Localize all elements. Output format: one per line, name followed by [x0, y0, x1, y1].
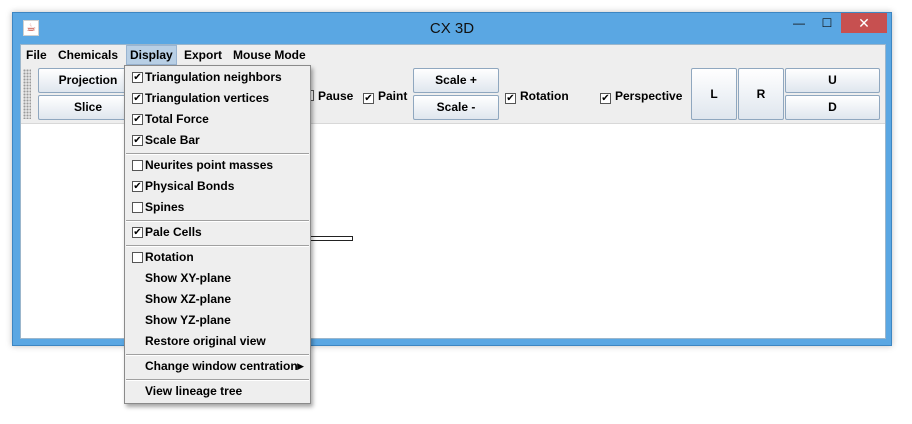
- window-title: CX 3D: [429, 20, 475, 37]
- menu-item-triangulation-vertices[interactable]: ✔ Triangulation vertices: [125, 88, 310, 109]
- checkbox-icon: [132, 160, 143, 171]
- checkbox-icon: ✔: [132, 227, 143, 238]
- rotation-checkbox[interactable]: ✔ Rotation: [505, 86, 569, 106]
- perspective-label: Perspective: [615, 89, 683, 103]
- toolbar-grip[interactable]: [23, 69, 31, 119]
- menu-item-show-yz-plane[interactable]: Show YZ-plane: [125, 310, 310, 331]
- maximize-button[interactable]: ☐: [813, 13, 841, 33]
- checkbox-icon: ✔: [132, 135, 143, 146]
- slice-button[interactable]: Slice: [38, 95, 138, 120]
- menu-item-show-xy-plane[interactable]: Show XY-plane: [125, 268, 310, 289]
- menu-item-rotation[interactable]: Rotation: [125, 247, 310, 268]
- checkbox-icon: ✔: [132, 72, 143, 83]
- up-button[interactable]: U: [785, 68, 880, 93]
- menu-bar: File Chemicals Display Export Mouse Mode: [21, 45, 885, 65]
- minimize-button[interactable]: —: [785, 13, 813, 33]
- scale-plus-button[interactable]: Scale +: [413, 68, 499, 93]
- menu-item-triangulation-neighbors[interactable]: ✔ Triangulation neighbors: [125, 67, 310, 88]
- right-button[interactable]: R: [738, 68, 784, 120]
- title-bar[interactable]: ☕ CX 3D — ☐ ✕: [13, 13, 891, 44]
- pause-label: Pause: [318, 89, 354, 103]
- checkbox-icon: ✔: [132, 181, 143, 192]
- submenu-arrow-icon: ▶: [297, 361, 304, 371]
- scale-minus-button[interactable]: Scale -: [413, 95, 499, 120]
- paint-checkbox[interactable]: ✔ Paint: [363, 86, 407, 106]
- menu-item-physical-bonds[interactable]: ✔ Physical Bonds: [125, 176, 310, 197]
- menu-item-change-window-centration[interactable]: Change window centration ▶: [125, 356, 310, 377]
- menu-item-restore-original-view[interactable]: Restore original view: [125, 331, 310, 352]
- display-menu-popup: ✔ Triangulation neighbors ✔ Triangulation …: [124, 65, 311, 404]
- menu-mouse-mode[interactable]: Mouse Mode: [230, 45, 309, 65]
- menu-file[interactable]: File: [23, 45, 50, 65]
- menu-chemicals[interactable]: Chemicals: [55, 45, 121, 65]
- checkbox-icon: [132, 252, 143, 263]
- left-button[interactable]: L: [691, 68, 737, 120]
- projection-button[interactable]: Projection: [38, 68, 138, 93]
- menu-export[interactable]: Export: [181, 45, 225, 65]
- menu-item-spines[interactable]: Spines: [125, 197, 310, 218]
- paint-checkbox-box[interactable]: ✔: [363, 93, 374, 104]
- rotation-label: Rotation: [520, 89, 569, 103]
- checkbox-icon: ✔: [132, 114, 143, 125]
- rotation-checkbox-box[interactable]: ✔: [505, 93, 516, 104]
- menu-item-view-lineage-tree[interactable]: View lineage tree: [125, 381, 310, 402]
- menu-item-scale-bar[interactable]: ✔ Scale Bar: [125, 130, 310, 151]
- perspective-checkbox-box[interactable]: ✔: [600, 93, 611, 104]
- paint-label: Paint: [378, 89, 408, 103]
- menu-item-pale-cells[interactable]: ✔ Pale Cells: [125, 222, 310, 243]
- checkbox-icon: [132, 202, 143, 213]
- perspective-checkbox[interactable]: ✔ Perspective: [600, 86, 682, 106]
- menu-item-total-force[interactable]: ✔ Total Force: [125, 109, 310, 130]
- menu-item-show-xz-plane[interactable]: Show XZ-plane: [125, 289, 310, 310]
- menu-item-neurites-point-masses[interactable]: Neurites point masses: [125, 155, 310, 176]
- close-button[interactable]: ✕: [841, 13, 887, 33]
- checkbox-icon: ✔: [132, 93, 143, 104]
- menu-display[interactable]: Display: [126, 45, 177, 65]
- down-button[interactable]: D: [785, 95, 880, 120]
